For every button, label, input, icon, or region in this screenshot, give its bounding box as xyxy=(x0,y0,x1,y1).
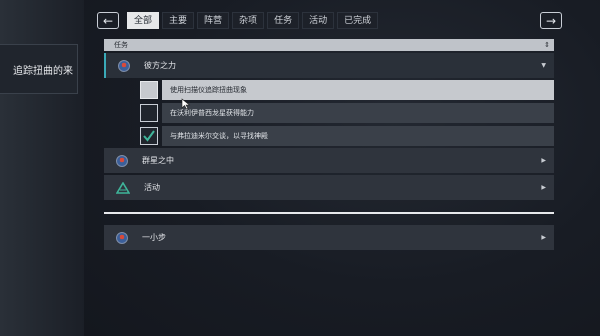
chevron-down-icon: ▼ xyxy=(541,62,546,69)
planet-icon xyxy=(116,154,128,167)
quest-row[interactable]: 活动 ▶ xyxy=(104,175,554,200)
mission-filter-tabs: 全部 主要 阵营 杂项 任务 活动 已完成 xyxy=(127,12,379,29)
tab-misc[interactable]: 杂项 xyxy=(232,12,265,29)
prev-tab-button[interactable]: ← xyxy=(97,12,119,29)
tracked-mission-text: 追踪扭曲的来 xyxy=(13,66,73,77)
planet-icon xyxy=(116,231,128,244)
objective-label: 使用扫描仪追踪扭曲现象 xyxy=(162,80,554,100)
objective-label: 在沃利伊普西龙星获得能力 xyxy=(162,103,554,123)
quest-row[interactable]: 一小步 ▶ xyxy=(104,225,554,250)
triangle-icon xyxy=(116,181,130,194)
quest-title: 群星之中 xyxy=(142,156,174,165)
objective-checkbox[interactable] xyxy=(140,81,158,99)
tab-missions[interactable]: 任务 xyxy=(267,12,300,29)
tab-main[interactable]: 主要 xyxy=(162,12,195,29)
objective-checkbox[interactable] xyxy=(140,104,158,122)
section-divider xyxy=(104,212,554,214)
objective-checkbox-checked[interactable] xyxy=(140,127,158,145)
tab-completed[interactable]: 已完成 xyxy=(337,12,379,29)
sort-icon[interactable]: ⇕ xyxy=(544,39,550,51)
quest-row[interactable]: 群星之中 ▶ xyxy=(104,148,554,173)
chevron-right-icon: ▶ xyxy=(541,157,546,164)
tab-faction[interactable]: 阵营 xyxy=(197,12,230,29)
list-header[interactable]: 任务 ⇕ xyxy=(104,39,554,51)
objective-row-completed[interactable]: 与弗拉迪米尔交谈，以寻找神殿 xyxy=(140,126,554,146)
objective-row[interactable]: 在沃利伊普西龙星获得能力 xyxy=(140,103,554,123)
quest-title: 彼方之力 xyxy=(144,61,176,70)
quest-title: 活动 xyxy=(144,183,160,192)
objective-label: 与弗拉迪米尔交谈，以寻找神殿 xyxy=(162,126,554,146)
chevron-right-icon: ▶ xyxy=(541,184,546,191)
chevron-right-icon: ▶ xyxy=(541,234,546,241)
objective-row-selected[interactable]: 使用扫描仪追踪扭曲现象 xyxy=(140,80,554,100)
tab-all[interactable]: 全部 xyxy=(127,12,160,29)
checkmark-icon xyxy=(143,130,155,142)
quest-row-expanded[interactable]: 彼方之力 ▼ xyxy=(104,53,554,78)
planet-icon xyxy=(118,59,130,72)
tracked-mission-panel[interactable]: 追踪扭曲的来 xyxy=(0,44,78,94)
list-header-label: 任务 xyxy=(114,41,128,49)
quest-title: 一小步 xyxy=(142,233,166,242)
next-tab-button[interactable]: → xyxy=(540,12,562,29)
tab-activities[interactable]: 活动 xyxy=(302,12,335,29)
mouse-cursor-icon xyxy=(181,98,191,110)
